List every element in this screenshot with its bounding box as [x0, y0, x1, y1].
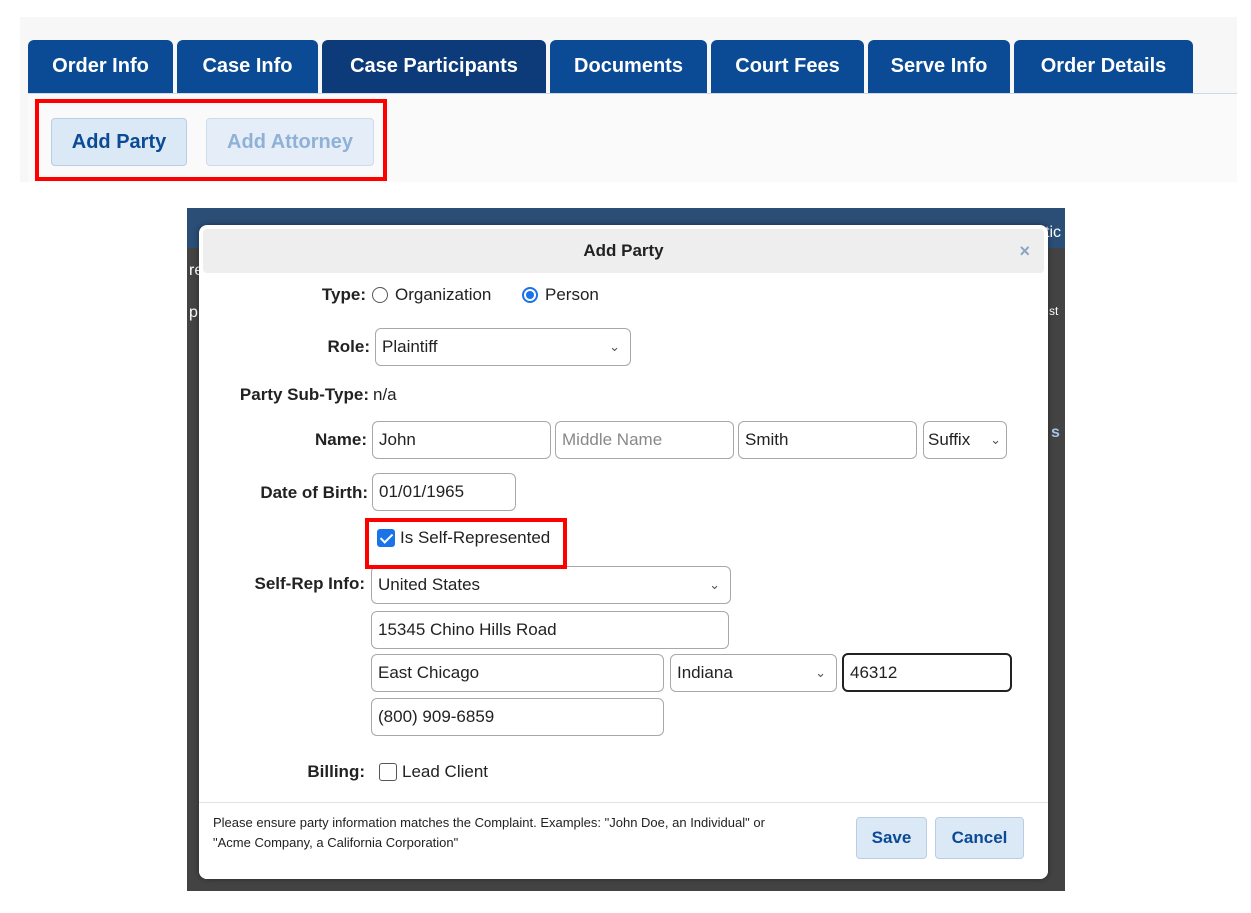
- chevron-down-icon: ⌄: [990, 432, 1001, 447]
- tab-court-fees[interactable]: Court Fees: [711, 40, 864, 93]
- phone-input[interactable]: (800) 909-6859: [371, 698, 664, 736]
- role-value: Plaintiff: [382, 337, 438, 356]
- cancel-button[interactable]: Cancel: [935, 817, 1024, 859]
- last-name-input[interactable]: Smith: [738, 421, 917, 459]
- type-label: Type:: [321, 285, 366, 304]
- add-attorney-button[interactable]: Add Attorney: [206, 118, 374, 166]
- state-select[interactable]: Indiana ⌄: [670, 654, 837, 692]
- name-label: Name:: [315, 430, 367, 449]
- chevron-down-icon: ⌄: [815, 665, 826, 680]
- background-text-fragment: s: [1051, 424, 1060, 441]
- dialog-title: Add Party: [583, 241, 664, 260]
- case-tabs-panel: Order Info Case Info Case Participants D…: [20, 17, 1237, 182]
- role-label: Role:: [327, 337, 371, 356]
- tab-order-details[interactable]: Order Details: [1014, 40, 1193, 93]
- lead-client-checkbox[interactable]: [379, 763, 397, 781]
- self-rep-info-label: Self-Rep Info:: [254, 574, 366, 593]
- tab-case-info[interactable]: Case Info: [177, 40, 318, 93]
- role-select[interactable]: Plaintiff ⌄: [375, 328, 631, 366]
- state-value: Indiana: [677, 663, 733, 682]
- dialog-footer: Please ensure party information matches …: [199, 802, 1048, 879]
- tab-bar: Order Info Case Info Case Participants D…: [28, 40, 1237, 94]
- tab-serve-info[interactable]: Serve Info: [868, 40, 1010, 93]
- chevron-down-icon: ⌄: [609, 339, 620, 354]
- suffix-select[interactable]: Suffix ⌄: [923, 421, 1007, 459]
- city-input[interactable]: East Chicago: [371, 654, 664, 692]
- country-value: United States: [378, 575, 481, 594]
- save-button[interactable]: Save: [856, 817, 927, 859]
- first-name-input[interactable]: John: [372, 421, 551, 459]
- zip-input[interactable]: 46312: [842, 653, 1012, 692]
- address-input[interactable]: 15345 Chino Hills Road: [371, 611, 729, 649]
- type-organization-label: Organization: [395, 285, 492, 304]
- party-sub-type-value: n/a: [373, 385, 397, 404]
- background-text-fragment: st: [1049, 304, 1059, 318]
- participants-toolbar: Add Party Add Attorney: [28, 94, 1237, 182]
- type-person-label: Person: [545, 285, 599, 304]
- date-of-birth-label: Date of Birth:: [260, 483, 368, 502]
- date-of-birth-input[interactable]: 01/01/1965: [372, 473, 516, 511]
- billing-label: Billing:: [307, 762, 365, 781]
- middle-name-input[interactable]: Middle Name: [555, 421, 734, 459]
- tab-order-info[interactable]: Order Info: [28, 40, 173, 93]
- add-party-button[interactable]: Add Party: [51, 118, 187, 166]
- self-represented-label: Is Self-Represented: [400, 528, 551, 547]
- tab-case-participants[interactable]: Case Participants: [322, 40, 546, 93]
- self-represented-checkbox[interactable]: [377, 529, 395, 547]
- chevron-down-icon: ⌄: [709, 577, 720, 592]
- type-person-radio[interactable]: [522, 287, 538, 303]
- background-text-fragment: p: [189, 304, 198, 321]
- party-sub-type-label: Party Sub-Type:: [239, 385, 369, 404]
- country-select[interactable]: United States ⌄: [371, 566, 731, 604]
- tab-documents[interactable]: Documents: [550, 40, 707, 93]
- lead-client-label: Lead Client: [402, 762, 489, 781]
- add-party-dialog: Add Party × Type: Organization Person Ro…: [199, 225, 1048, 879]
- party-info-note: Please ensure party information matches …: [213, 815, 765, 850]
- close-icon[interactable]: ×: [1019, 229, 1030, 273]
- dialog-header: Add Party ×: [203, 229, 1044, 273]
- type-organization-radio[interactable]: [372, 287, 388, 303]
- suffix-value: Suffix: [928, 430, 971, 449]
